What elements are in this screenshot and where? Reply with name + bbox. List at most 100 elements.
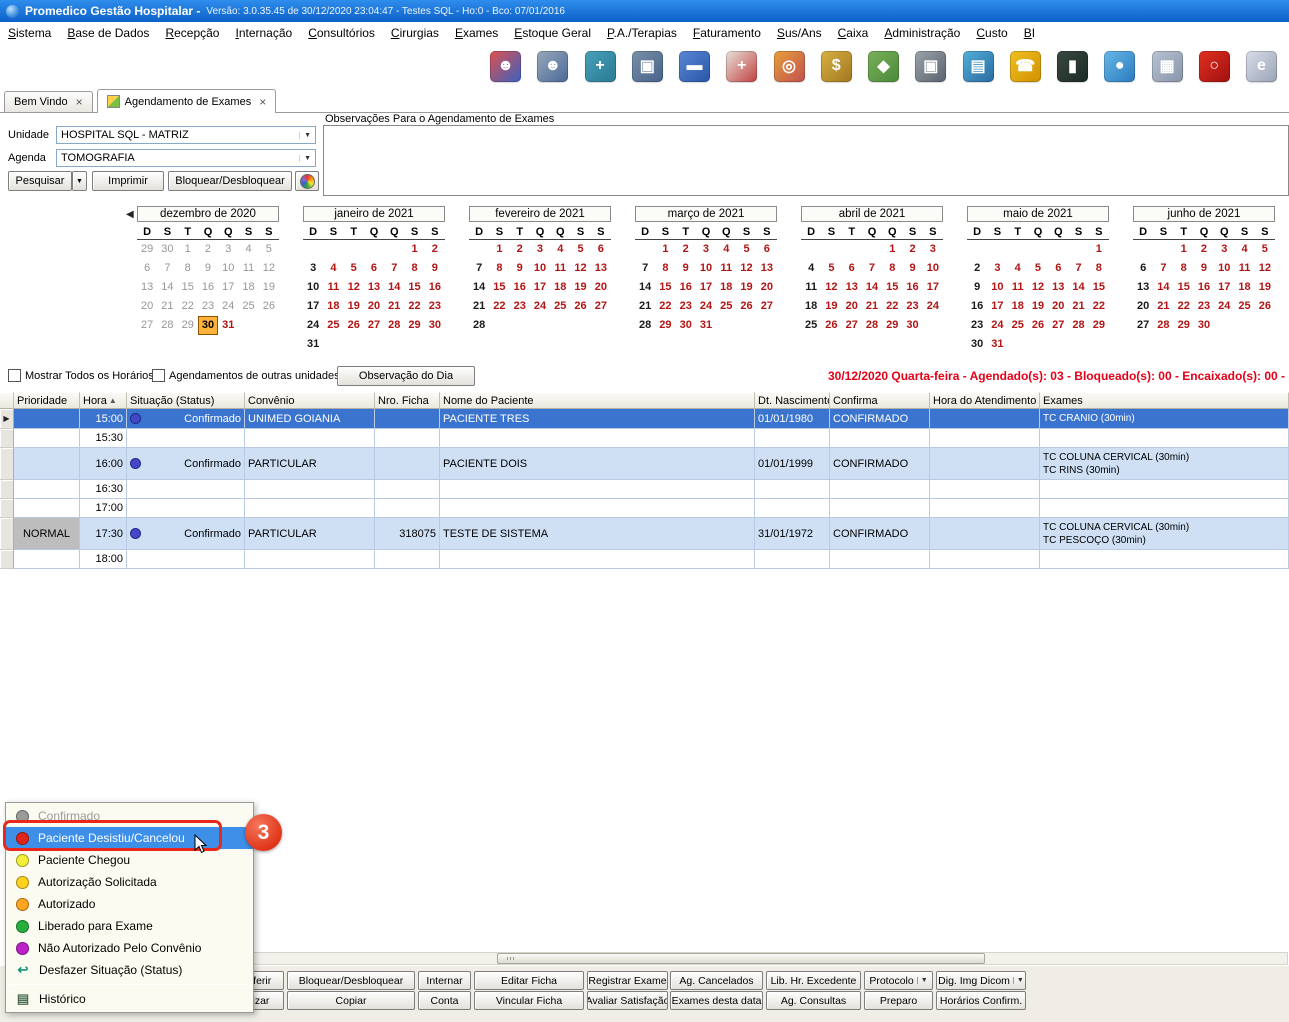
column-header-nome-do-paciente[interactable]: Nome do Paciente [440,392,755,409]
calendar-day[interactable]: 5 [821,259,841,278]
calendar-day[interactable]: 23 [967,316,987,335]
calendar-day[interactable]: 17 [303,297,323,316]
menu-item-n-o-autorizado-pelo-conv-nio[interactable]: Não Autorizado Pelo Convênio [6,937,253,959]
calendar-day[interactable]: 4 [716,240,736,259]
calendar-day[interactable]: 20 [364,297,384,316]
menu-item-liberado-para-exame[interactable]: Liberado para Exame [6,915,253,937]
staff-icon[interactable]: ☻ [537,51,568,82]
calendar-day[interactable]: 22 [404,297,424,316]
calendar-day[interactable]: 13 [1048,278,1068,297]
calendar-day[interactable]: 9 [967,278,987,297]
calendar-day[interactable]: 31 [218,316,238,335]
observacoes-textarea[interactable] [323,125,1289,196]
registrar-exame-button[interactable]: Registrar Exame [587,971,668,990]
calendar-day[interactable]: 6 [1048,259,1068,278]
row-selector-cell[interactable] [0,448,14,480]
calendar-day[interactable]: 15 [655,278,675,297]
calendar-day[interactable]: 18 [716,278,736,297]
calendar-day[interactable]: 6 [842,259,862,278]
menu-consult-rios[interactable]: Consultórios [300,23,383,43]
bloquear-desbloquear-button[interactable]: Bloquear/Desbloquear [168,171,292,191]
calendar-day[interactable]: 17 [218,278,238,297]
row-selector-cell[interactable] [0,550,14,569]
calendar-day[interactable]: 30 [1194,316,1214,335]
calendar-day[interactable]: 10 [530,259,550,278]
calendar-day[interactable]: 24 [1214,297,1234,316]
calendar-day[interactable]: 12 [344,278,364,297]
grid-row[interactable]: 16:30 [0,480,1289,499]
row-selector-cell[interactable] [0,499,14,518]
calendar-day[interactable]: 8 [404,259,424,278]
calendar-day[interactable]: 30 [902,316,922,335]
menu-exames[interactable]: Exames [447,23,506,43]
outras-unidades-checkbox[interactable] [152,369,165,382]
column-header-hora-do-atendimento[interactable]: Hora do Atendimento [930,392,1040,409]
calendar-day[interactable]: 18 [801,297,821,316]
calendar-day[interactable]: 15 [882,278,902,297]
calendar-day[interactable]: 6 [1133,259,1153,278]
power-icon[interactable]: ○ [1199,51,1230,82]
calendar-day[interactable]: 24 [923,297,943,316]
tab-agendamento-de-exames[interactable]: Agendamento de Exames× [97,89,277,113]
calendar-day[interactable]: 4 [1234,240,1254,259]
safe-icon[interactable]: ▣ [915,51,946,82]
calendar-day[interactable]: 1 [882,240,902,259]
menu-item-desfazer-situa-o-status[interactable]: ↩Desfazer Situação (Status) [6,959,253,981]
calendar-day[interactable]: 4 [1008,259,1028,278]
calendar-day[interactable]: 2 [198,240,218,259]
calendar-day[interactable]: 18 [238,278,258,297]
calendar-day[interactable]: 12 [259,259,279,278]
chat-icon[interactable]: ● [1104,51,1135,82]
calendar-day[interactable]: 3 [1214,240,1234,259]
calendar-day[interactable]: 25 [716,297,736,316]
calendar-day[interactable]: 27 [842,316,862,335]
calendar-day[interactable]: 26 [1028,316,1048,335]
calendar-day[interactable]: 21 [157,297,177,316]
calendar-day[interactable]: 23 [902,297,922,316]
editar-ficha-button[interactable]: Editar Ficha [474,971,584,990]
calendar-day[interactable]: 19 [1255,278,1275,297]
calendar-day[interactable]: 24 [303,316,323,335]
calendar-day[interactable]: 18 [1234,278,1254,297]
ag-cancelados-button[interactable]: Ag. Cancelados [670,971,763,990]
menu-item-paciente-chegou[interactable]: Paciente Chegou [6,849,253,871]
calendar-day[interactable]: 25 [801,316,821,335]
calendar-day[interactable]: 19 [570,278,590,297]
treasure-icon[interactable]: $ [821,51,852,82]
calendar-day[interactable]: 21 [1153,297,1173,316]
calendar-day[interactable]: 9 [902,259,922,278]
conta-button[interactable]: Conta [418,991,471,1010]
calendar-day[interactable]: 15 [178,278,198,297]
calendar-day[interactable]: 4 [801,259,821,278]
grid-row[interactable]: 18:00 [0,550,1289,569]
calendar-day[interactable]: 7 [1068,259,1088,278]
calendar-day[interactable]: 5 [344,259,364,278]
calendar-day[interactable]: 24 [530,297,550,316]
column-header-confirma[interactable]: Confirma [830,392,930,409]
calendar-day[interactable]: 8 [178,259,198,278]
calendar-day[interactable]: 16 [676,278,696,297]
bloquear-desbloquear-button[interactable]: Bloquear/Desbloquear [287,971,415,990]
calendar-day[interactable]: 11 [1234,259,1254,278]
calendar-day[interactable]: 28 [157,316,177,335]
calendar-day[interactable]: 27 [1133,316,1153,335]
calendar-day[interactable]: 25 [1234,297,1254,316]
menu-caixa[interactable]: Caixa [830,23,877,43]
calendar-day[interactable]: 10 [303,278,323,297]
calendar-day[interactable]: 20 [757,278,777,297]
calendar-day[interactable]: 6 [757,240,777,259]
calendar-day[interactable]: 13 [842,278,862,297]
calendar-day[interactable]: 22 [1089,297,1109,316]
calendar-day[interactable]: 14 [469,278,489,297]
ambulance-icon[interactable]: + [726,51,757,82]
calendar-day[interactable]: 27 [1048,316,1068,335]
row-selector-cell[interactable] [0,429,14,448]
calendar-day[interactable]: 11 [801,278,821,297]
vincular-ficha-button[interactable]: Vincular Ficha [474,991,584,1010]
calendar-day[interactable]: 3 [923,240,943,259]
calendar-day[interactable]: 7 [862,259,882,278]
menu-item-autoriza-o-solicitada[interactable]: Autorização Solicitada [6,871,253,893]
dig-img-dicom-button[interactable]: Dig. Img Dicom▼ [936,971,1026,990]
calendar-day[interactable]: 7 [157,259,177,278]
calendar-day[interactable]: 27 [137,316,157,335]
